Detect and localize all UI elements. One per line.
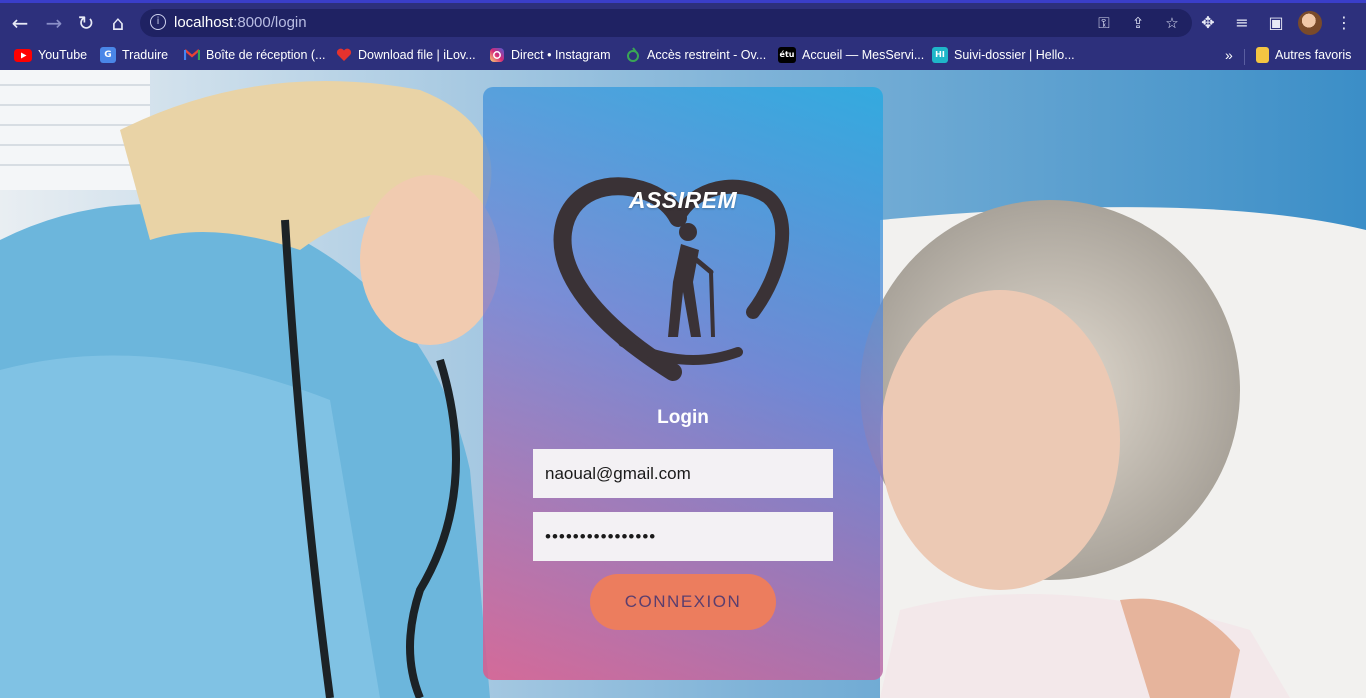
bookmark-youtube[interactable]: YouTube xyxy=(14,45,87,65)
bookmark-suivi-dossier[interactable]: HI Suivi-dossier | Hello... xyxy=(932,45,1075,65)
hi-icon: HI xyxy=(932,47,948,63)
folder-icon xyxy=(1256,47,1269,63)
email-input[interactable] xyxy=(533,449,833,498)
bookmark-label: Autres favoris xyxy=(1275,48,1352,62)
profile-avatar[interactable] xyxy=(1298,11,1322,35)
browser-toolbar: ← → ↻ ⌂ i localhost:8000/login ⚿ ⇪ ☆ ✥ ≡… xyxy=(0,0,1366,40)
login-heading: Login xyxy=(657,407,709,428)
address-bar[interactable]: i localhost:8000/login ⚿ ⇪ ☆ xyxy=(140,9,1192,37)
media-queue-icon[interactable]: ≡ xyxy=(1230,10,1254,36)
site-info-icon[interactable]: i xyxy=(150,14,166,30)
login-page: ASSIREM Login CONNEXION xyxy=(0,70,1366,698)
side-panel-icon[interactable]: ▣ xyxy=(1264,10,1288,36)
back-arrow-icon[interactable]: ← xyxy=(8,11,32,35)
url-path: :8000/login xyxy=(233,14,307,31)
leaf-icon xyxy=(627,47,639,62)
bookmark-ilovepdf[interactable]: Download file | iLov... xyxy=(336,45,476,65)
url-text[interactable]: localhost:8000/login xyxy=(174,14,307,31)
youtube-icon xyxy=(14,48,32,62)
connexion-button[interactable]: CONNEXION xyxy=(590,574,776,630)
bookmarks-overflow-button[interactable]: » xyxy=(1225,45,1233,65)
brand-name: ASSIREM xyxy=(628,187,738,213)
password-input[interactable] xyxy=(533,512,833,561)
bookmark-instagram[interactable]: Direct • Instagram xyxy=(489,45,611,65)
bookmark-traduire[interactable]: G Traduire xyxy=(100,45,168,65)
overflow-chevron-icon: » xyxy=(1225,47,1233,63)
bookmark-messervices[interactable]: étu Accueil — MesServi... xyxy=(778,45,924,65)
bookmark-autres-favoris[interactable]: Autres favoris xyxy=(1256,45,1351,65)
extensions-puzzle-icon[interactable]: ✥ xyxy=(1196,10,1220,36)
menu-kebab-icon[interactable]: ⋮ xyxy=(1332,10,1356,36)
etu-icon: étu xyxy=(778,47,796,63)
bookmark-gmail[interactable]: Boîte de réception (... xyxy=(184,45,326,65)
instagram-icon xyxy=(490,48,504,62)
star-icon[interactable]: ☆ xyxy=(1162,12,1182,34)
bookmark-acces-restreint[interactable]: Accès restreint - Ov... xyxy=(625,45,766,65)
bookmark-label: YouTube xyxy=(38,48,88,62)
bookmarks-divider xyxy=(1244,49,1245,65)
google-translate-icon: G xyxy=(100,47,116,63)
gmail-icon xyxy=(184,49,200,60)
reload-icon[interactable]: ↻ xyxy=(74,11,98,35)
url-host: localhost xyxy=(174,14,234,31)
share-icon[interactable]: ⇪ xyxy=(1128,12,1148,34)
login-card: ASSIREM Login CONNEXION xyxy=(483,87,883,680)
bookmark-label: Boîte de réception (... xyxy=(206,48,326,62)
ilovepdf-heart-icon xyxy=(336,48,352,61)
forward-arrow-icon[interactable]: → xyxy=(42,11,66,35)
bookmark-label: Suivi-dossier | Hello... xyxy=(954,48,1075,62)
bookmark-label: Accueil — MesServi... xyxy=(802,48,925,62)
bookmark-label: Traduire xyxy=(122,48,169,62)
bookmarks-bar: YouTube G Traduire Boîte de réception (.… xyxy=(0,40,1366,70)
home-icon[interactable]: ⌂ xyxy=(106,11,130,35)
bookmark-label: Accès restreint - Ov... xyxy=(647,48,767,62)
bookmark-label: Download file | iLov... xyxy=(358,48,476,62)
bookmark-label: Direct • Instagram xyxy=(511,48,611,62)
key-icon[interactable]: ⚿ xyxy=(1094,12,1114,34)
